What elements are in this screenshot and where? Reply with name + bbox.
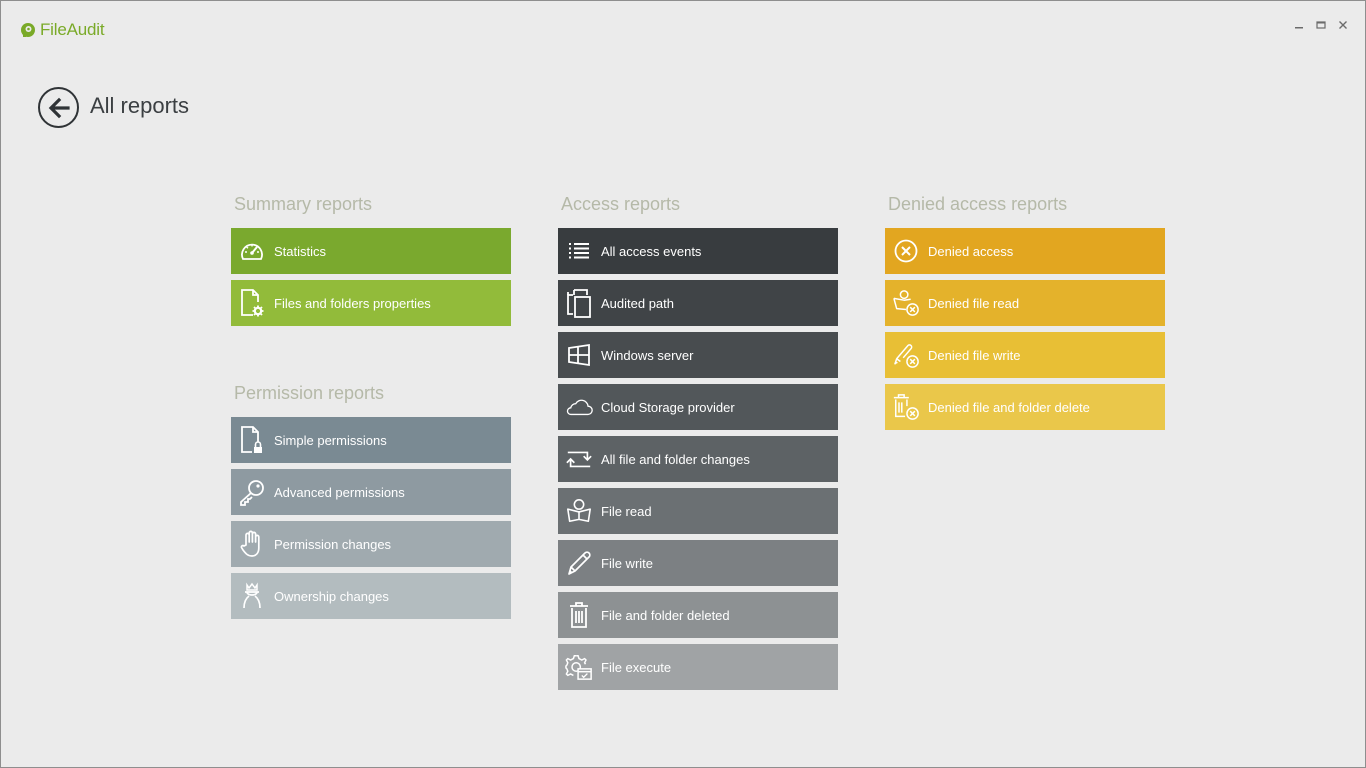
cloud-icon <box>565 392 593 422</box>
sync-arrows-icon <box>565 444 593 474</box>
maximize-button[interactable] <box>1315 19 1327 31</box>
windows-icon <box>565 340 593 370</box>
tile-label: Denied file read <box>928 295 1020 311</box>
access-reports-heading: Access reports <box>561 194 681 214</box>
report-denied-file-write[interactable]: Denied file write <box>885 332 1165 378</box>
report-audited-path[interactable]: Audited path <box>558 280 838 326</box>
copy-files-icon <box>565 288 593 318</box>
report-denied-file-read[interactable]: Denied file read <box>885 280 1165 326</box>
tile-label: File write <box>601 555 654 571</box>
tile-label: Permission changes <box>274 536 392 552</box>
fileaudit-logo-icon <box>21 23 35 37</box>
tile-label: Denied file and folder delete <box>928 399 1090 415</box>
tile-label: All access events <box>601 243 702 259</box>
report-denied-file-and-folder-delete[interactable]: Denied file and folder delete <box>885 384 1165 430</box>
gear-window-icon <box>565 652 593 682</box>
report-simple-permissions[interactable]: Simple permissions <box>231 417 511 463</box>
trash-icon <box>565 600 593 630</box>
tile-label: Statistics <box>274 243 327 259</box>
file-gear-icon <box>238 288 266 318</box>
window-controls <box>1293 19 1349 31</box>
file-lock-icon <box>238 425 266 455</box>
tile-label: Denied file write <box>928 347 1021 363</box>
back-button[interactable] <box>38 87 79 128</box>
close-icon <box>1339 21 1347 29</box>
report-cloud-storage-provider[interactable]: Cloud Storage provider <box>558 384 838 430</box>
page-title: All reports <box>90 93 190 118</box>
tile-label: File execute <box>601 659 672 675</box>
report-permission-changes[interactable]: Permission changes <box>231 521 511 567</box>
permission-reports-heading: Permission reports <box>234 383 385 403</box>
tile-label: File read <box>601 503 652 519</box>
app-window: FileAudit All reports Summary reports St… <box>0 0 1366 768</box>
tile-label: Cloud Storage provider <box>601 399 735 415</box>
reader-book-icon <box>565 496 593 526</box>
summary-reports-heading: Summary reports <box>234 194 373 214</box>
denied-access-reports-heading: Denied access reports <box>888 194 1068 214</box>
close-button[interactable] <box>1337 19 1349 31</box>
denied-delete-icon <box>892 392 920 422</box>
maximize-icon <box>1316 21 1326 29</box>
denied-write-icon <box>892 340 920 370</box>
list-icon <box>565 236 593 266</box>
report-denied-access[interactable]: Denied access <box>885 228 1165 274</box>
report-all-file-and-folder-changes[interactable]: All file and folder changes <box>558 436 838 482</box>
report-files-and-folders-properties[interactable]: Files and folders properties <box>231 280 511 326</box>
tile-label: Files and folders properties <box>274 295 431 311</box>
hand-icon <box>238 529 266 559</box>
report-all-access-events[interactable]: All access events <box>558 228 838 274</box>
tile-label: Simple permissions <box>274 432 387 448</box>
owner-crown-icon <box>238 581 266 611</box>
tile-label: Windows server <box>601 347 694 363</box>
report-file-read[interactable]: File read <box>558 488 838 534</box>
minimize-button[interactable] <box>1293 19 1305 31</box>
report-file-and-folder-deleted[interactable]: File and folder deleted <box>558 592 838 638</box>
speedometer-icon <box>238 236 266 266</box>
report-advanced-permissions[interactable]: Advanced permissions <box>231 469 511 515</box>
tile-label: Audited path <box>601 295 675 311</box>
key-icon <box>238 477 266 507</box>
report-file-write[interactable]: File write <box>558 540 838 586</box>
app-name: FileAudit <box>40 20 105 39</box>
denied-read-icon <box>892 288 920 318</box>
tile-label: Advanced permissions <box>274 484 405 500</box>
report-ownership-changes[interactable]: Ownership changes <box>231 573 511 619</box>
tile-label: Denied access <box>928 243 1014 259</box>
pencil-icon <box>565 548 593 578</box>
app-logo: FileAudit <box>20 20 105 40</box>
report-file-execute[interactable]: File execute <box>558 644 838 690</box>
report-windows-server[interactable]: Windows server <box>558 332 838 378</box>
report-statistics[interactable]: Statistics <box>231 228 511 274</box>
minimize-icon <box>1295 27 1303 29</box>
tile-label: Ownership changes <box>274 588 389 604</box>
x-circle-icon <box>892 236 920 266</box>
tile-label: All file and folder changes <box>601 451 750 467</box>
tile-label: File and folder deleted <box>601 607 730 623</box>
arrow-left-icon <box>48 97 70 118</box>
